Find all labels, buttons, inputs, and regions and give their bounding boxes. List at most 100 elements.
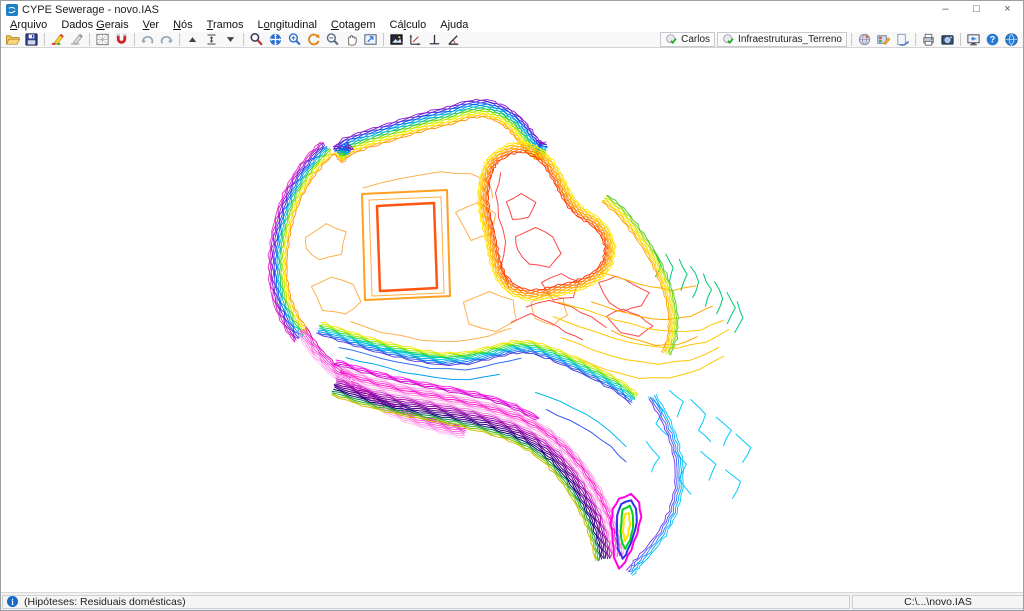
undo-button[interactable] [138,32,157,48]
contour-line [306,224,347,260]
axes-icon [408,32,423,47]
zoom-in-button[interactable] [285,32,304,48]
menu-item-cotagem[interactable]: Cotagem [324,18,383,32]
help-button[interactable]: ? [983,32,1002,48]
contour-band-left-edge [285,154,334,333]
edit-configuration-button[interactable] [874,32,893,48]
pan-hand-button[interactable] [342,32,361,48]
printer-icon [921,32,936,47]
drawing-area[interactable] [1,48,1024,594]
app-window: CYPE Sewerage - novo.IAS – □ × ArquivoDa… [0,0,1024,611]
pencil-gray-icon [69,32,84,47]
object-snap-button[interactable] [112,32,131,48]
contour-line [701,452,716,481]
screen-map-button[interactable] [964,32,983,48]
contour-band-left-edge [275,147,327,338]
contour-line [599,276,650,311]
close-button[interactable]: × [992,1,1023,18]
toolbar-separator [44,33,45,46]
marker-fit-button[interactable] [202,32,221,48]
undo-icon [140,32,155,47]
texture-grid-button[interactable] [93,32,112,48]
redo-button[interactable] [157,32,176,48]
toolbar-right: Carlos Infraestruturas_Terreno ? [659,32,1021,48]
configuration-button[interactable] [855,32,874,48]
background-image-button[interactable] [387,32,406,48]
page-arrow-icon [895,32,910,47]
minimize-button[interactable]: – [930,1,961,18]
menu-item-dados-gerais[interactable]: Dados Gerais [54,18,135,32]
edit-resources-gray-button[interactable] [67,32,86,48]
menu-item-n-s[interactable]: Nós [166,18,200,32]
layer-button-label: Infraestruturas_Terreno [738,34,842,45]
menu-item-arquivo[interactable]: Arquivo [3,18,54,32]
zoom-in-icon [287,32,302,47]
slope-button[interactable] [444,32,463,48]
perpendicular-button[interactable] [425,32,444,48]
contour-line [670,390,684,417]
contour-line [516,228,562,268]
web-button[interactable] [1002,32,1021,48]
user-button[interactable]: Carlos [660,32,715,47]
fit-vertical-icon [205,33,218,46]
contour-line [536,392,627,446]
toolbar-separator [89,33,90,46]
window-pencil-icon [876,32,891,47]
capture-button[interactable] [938,32,957,48]
open-file-button[interactable] [3,32,22,48]
redraw-button[interactable] [304,32,323,48]
file-path-panel: C:\...\novo.IAS [852,595,1024,609]
menu-item-ajuda[interactable]: Ajuda [433,18,475,32]
hand-icon [344,32,359,47]
perpendicular-icon [427,32,442,47]
contour-line [611,331,697,346]
contour-line [511,314,582,340]
contour-band-top-edge [335,103,548,152]
zoom-previous-button[interactable] [323,32,342,48]
contour-band-tail-east [633,395,684,575]
marker-up-button[interactable] [183,32,202,48]
menu-item-c-lculo[interactable]: Cálculo [383,18,434,32]
contour-map [1,48,1024,594]
toolbar-separator [915,33,916,46]
import-export-button[interactable] [893,32,912,48]
toolbar-separator [851,33,852,46]
camera-icon [940,32,955,47]
status-message: (Hipóteses: Residuais domésticas) [24,596,186,608]
save-icon [24,32,39,47]
layer-button[interactable]: Infraestruturas_Terreno [717,32,847,47]
save-button[interactable] [22,32,41,48]
contour-line [576,356,724,378]
info-icon[interactable]: i [7,596,18,607]
coordinates-button[interactable] [406,32,425,48]
monitor-icon [966,32,981,47]
menu-item-longitudinal[interactable]: Longitudinal [251,18,324,32]
contour-line [311,277,360,314]
contour-band-left-edge [287,154,334,332]
toolbar-separator [960,33,961,46]
redo-icon [159,32,174,47]
fit-window-button[interactable] [361,32,380,48]
contour-band-ne-slope [606,196,676,356]
triangle-up-icon [186,33,199,46]
zoom-region-button[interactable] [247,32,266,48]
config-sphere-icon [857,32,872,47]
toolbar: Carlos Infraestruturas_Terreno ? [1,32,1023,48]
edit-resources-button[interactable] [48,32,67,48]
print-button[interactable] [919,32,938,48]
help-icon: ? [985,32,1000,47]
marker-down-button[interactable] [221,32,240,48]
contour-line [691,400,711,442]
user-button-label: Carlos [681,34,710,45]
pan-view-button[interactable] [266,32,285,48]
pan-arrows-icon [268,32,283,47]
toolbar-separator [383,33,384,46]
maximize-button[interactable]: □ [961,1,992,18]
triangle-down-icon [224,33,237,46]
refresh-icon [306,32,321,47]
open-folder-icon [5,32,20,47]
menu-item-tramos[interactable]: Tramos [200,18,251,32]
sphere-check-icon [665,33,678,46]
zoom-region-icon [249,32,264,47]
menu-item-ver[interactable]: Ver [136,18,167,32]
